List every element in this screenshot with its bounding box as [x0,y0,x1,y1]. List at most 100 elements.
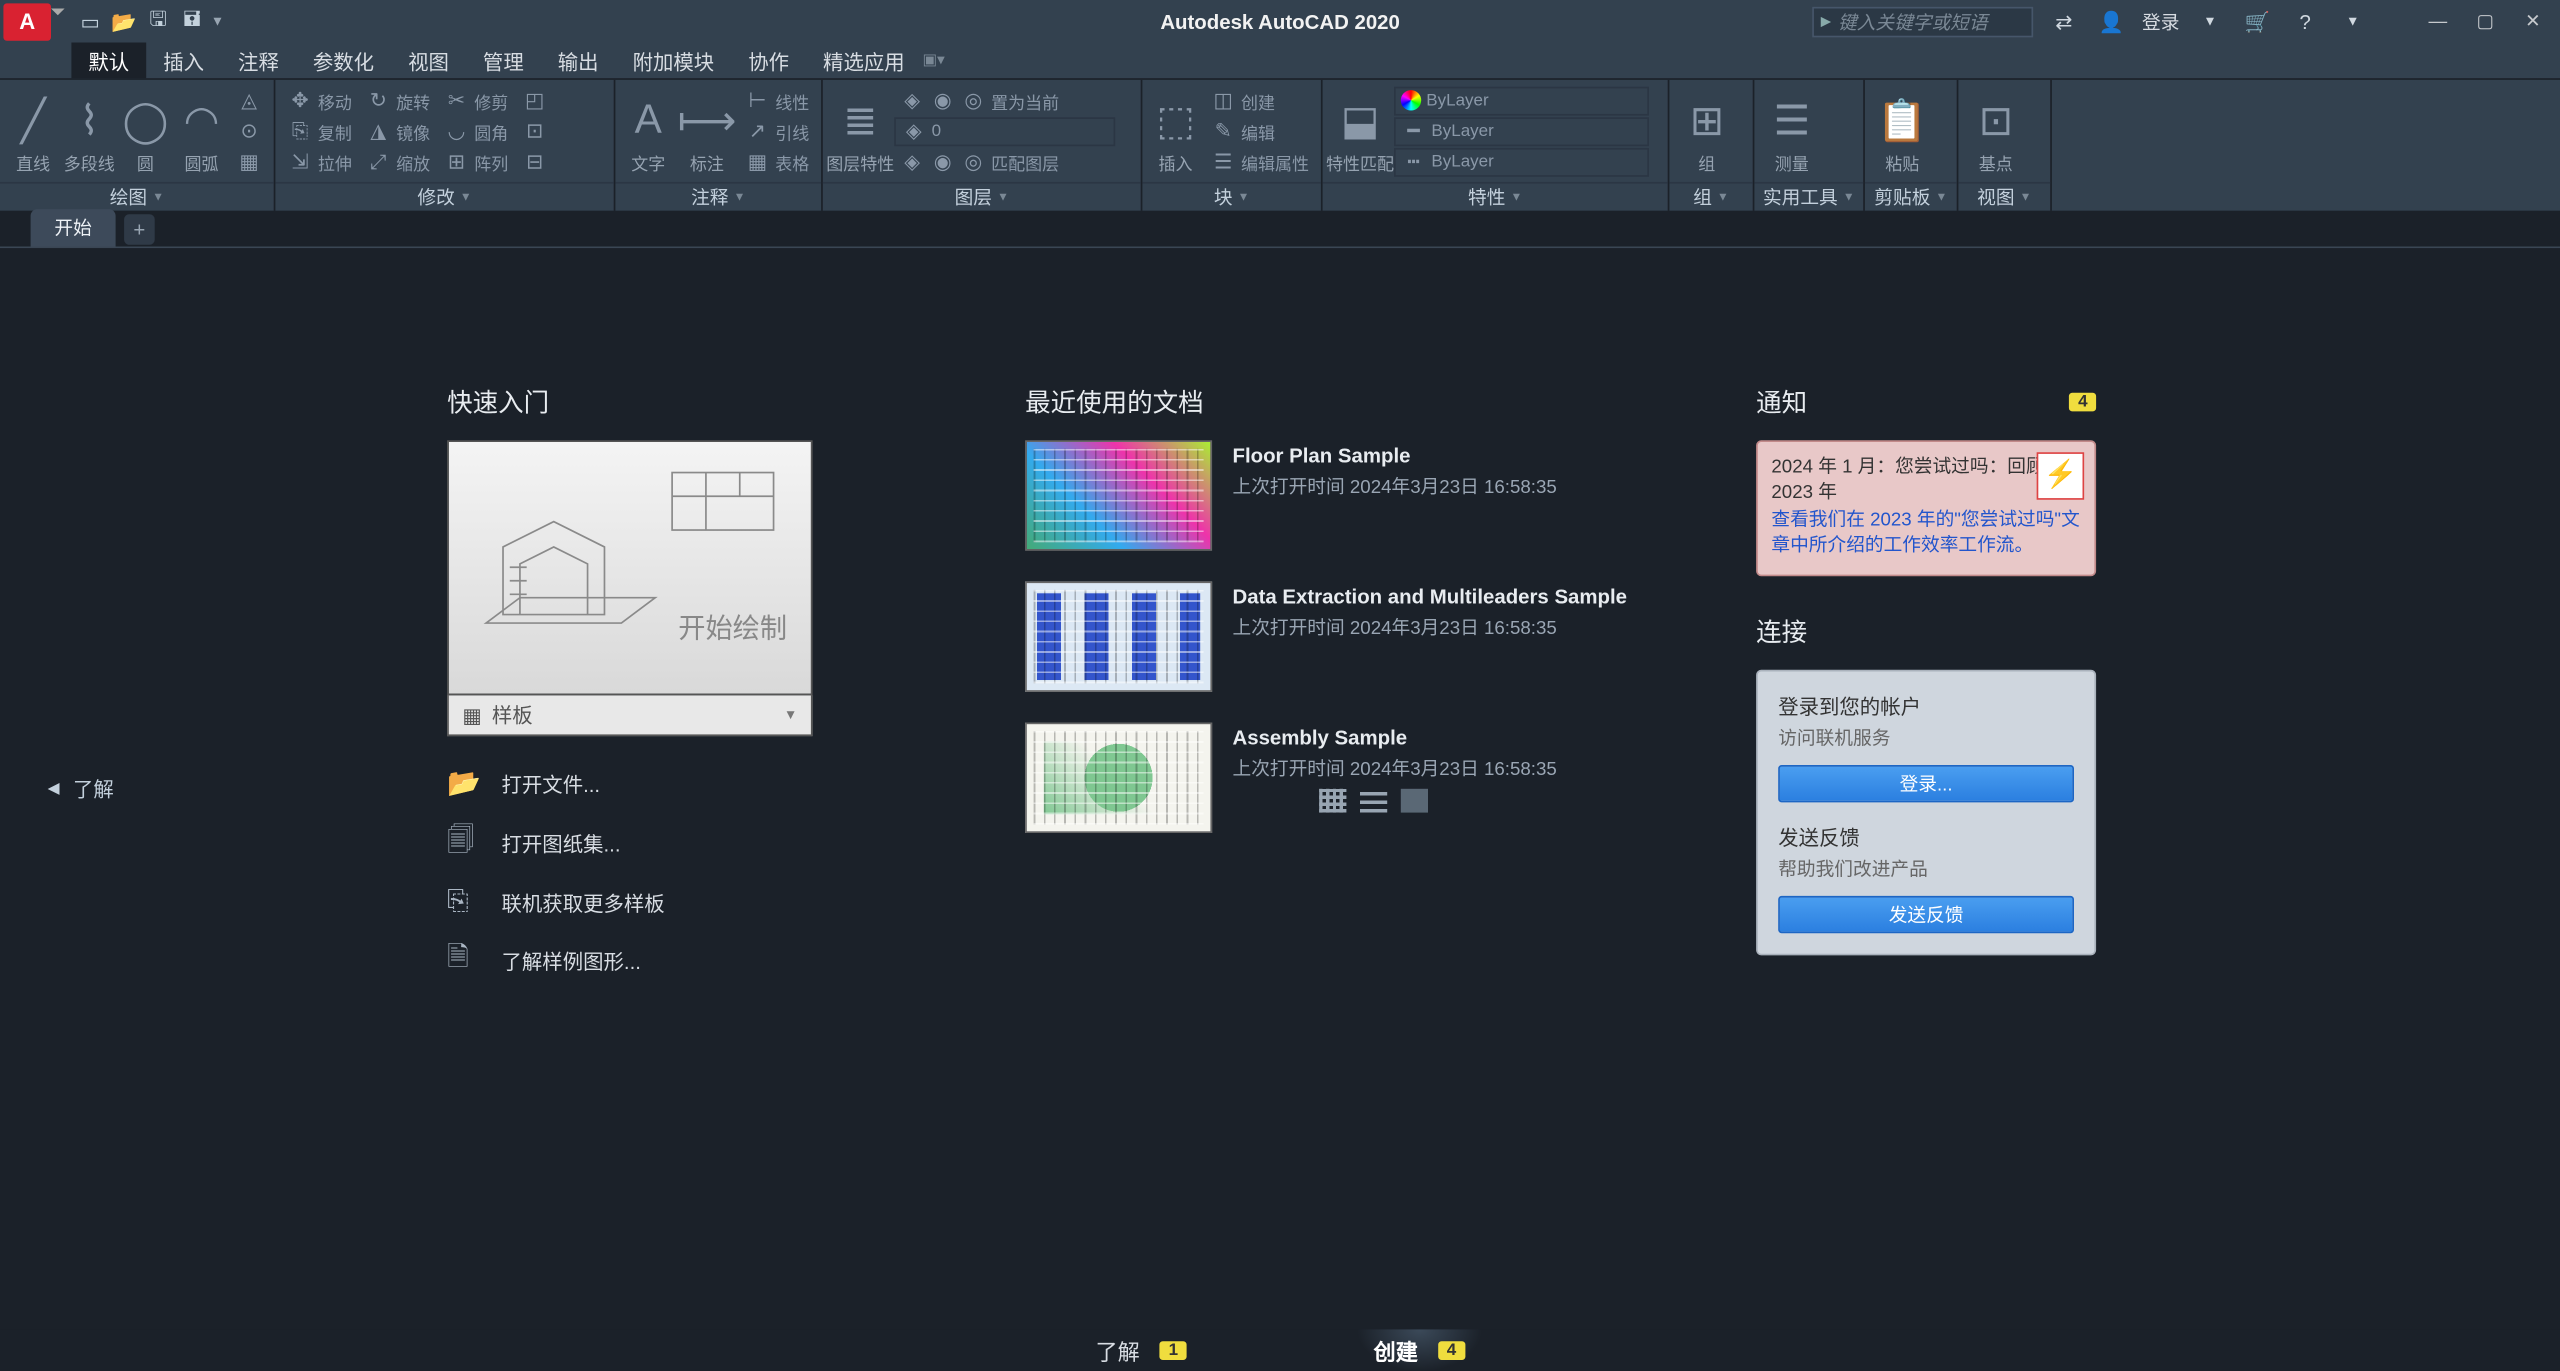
qat-save-icon[interactable]: 🖫 [143,6,174,37]
maximize-button[interactable]: ▢ [2465,6,2506,37]
measure-button[interactable]: ☰测量 [1761,83,1822,178]
ribbon-tab-addins[interactable]: 附加模块 [616,43,732,79]
panel-title-modify[interactable]: 修改▼ [275,182,613,211]
draw-misc-3[interactable]: ▦ [231,147,267,176]
bottom-nav-create[interactable]: 创建 4 [1357,1329,1482,1371]
help-icon[interactable]: ? [2288,4,2322,38]
bottom-nav-learn[interactable]: 了解 1 [1079,1329,1204,1371]
modify-mirror[interactable]: ◮镜像 [360,116,435,145]
annotate-text-button[interactable]: A文字 [622,83,674,178]
modify-extra-1[interactable]: ◰ [517,86,553,115]
props-color[interactable]: ByLayer [1394,86,1649,115]
qat-dropdown-icon[interactable]: ▼ [211,6,228,37]
panel-title-view[interactable]: 视图▼ [1958,182,2050,211]
draw-arc-button[interactable]: ◠圆弧 [175,83,228,178]
props-lt[interactable]: ┅ByLayer [1394,147,1649,176]
signin-dropdown-icon[interactable]: ▼ [2193,4,2227,38]
block-insert-button[interactable]: ⬚插入 [1149,83,1202,178]
ribbon-tabs: 默认 插入 注释 参数化 视图 管理 输出 附加模块 协作 精选应用 ▣▾ [0,43,2560,80]
modify-stretch[interactable]: ⇲拉伸 [282,147,357,176]
modify-array[interactable]: ⊞阵列 [439,147,514,176]
notification-link[interactable]: 查看我们在 2023 年的"您尝试过吗"文章中所介绍的工作效率工作流。 [1771,510,2079,557]
help-dropdown-icon[interactable]: ▼ [2336,4,2370,38]
modify-rotate[interactable]: ↻旋转 [360,86,435,115]
modify-move[interactable]: ✥移动 [282,86,357,115]
open-files-link[interactable]: 📂打开文件... [447,767,821,801]
modify-fillet[interactable]: ◡圆角 [439,116,514,145]
ribbon-tab-view[interactable]: 视图 [391,43,466,79]
draw-misc-1[interactable]: ◬ [231,86,267,115]
draw-circle-button[interactable]: ◯圆 [119,83,172,178]
doc-tab-start[interactable]: 开始 [31,209,116,246]
panel-title-clipboard[interactable]: 剪贴板▼ [1865,182,1957,211]
panel-title-annotate[interactable]: 注释▼ [615,182,821,211]
recent-item[interactable]: Assembly Sample 上次打开时间 2024年3月23日 16:58:… [1025,723,1722,834]
open-sheetset-link[interactable]: 🗐打开图纸集... [447,821,821,867]
recent-item[interactable]: Data Extraction and Multileaders Sample … [1025,581,1722,692]
basepoint-button[interactable]: ⊡基点 [1965,83,2026,178]
block-edit[interactable]: ✎编辑 [1205,116,1314,145]
layers-row-3[interactable]: ◈◉◎匹配图层 [894,147,1134,176]
ribbon-tab-featured[interactable]: 精选应用 [806,43,922,79]
doc-tab-add-button[interactable]: + [124,214,155,245]
ribbon-tab-expand-icon[interactable]: ▣▾ [922,43,946,79]
ribbon-tab-manage[interactable]: 管理 [466,43,541,79]
modify-extra-2[interactable]: ⊡ [517,116,553,145]
paste-button[interactable]: 📋粘贴 [1872,83,1933,178]
ribbon-tab-default[interactable]: 默认 [71,43,146,79]
app-menu-button[interactable]: A [3,3,51,40]
user-icon[interactable]: 👤 [2094,4,2128,38]
annotate-linear[interactable]: ⊢线性 [740,86,815,115]
feedback-button[interactable]: 发送反馈 [1778,895,2074,932]
modify-scale[interactable]: ⤢缩放 [360,147,435,176]
draw-misc-2[interactable]: ⊙ [231,116,267,145]
view-detail-icon[interactable] [1401,789,1428,813]
annotate-leader[interactable]: ↗引线 [740,116,815,145]
start-drawing-card[interactable]: 开始绘制 [447,440,813,695]
properties-match-button[interactable]: ⬓特性匹配 [1329,83,1390,178]
notification-card[interactable]: ⚡ 2024 年 1 月：您尝试过吗：回顾 2023 年 查看我们在 2023 … [1756,440,2096,575]
signin-button[interactable]: 登录 [2142,8,2179,35]
modify-trim[interactable]: ✂修剪 [439,86,514,115]
get-templates-link[interactable]: ⎘联机获取更多样板 [447,887,821,918]
qat-new-icon[interactable]: ▭ [75,6,106,37]
modify-copy[interactable]: ⎘复制 [282,116,357,145]
signin-button[interactable]: 登录... [1778,764,2074,801]
exchange-icon[interactable]: 🛒 [2241,4,2275,38]
ribbon-tab-collaborate[interactable]: 协作 [731,43,806,79]
panel-title-utilities[interactable]: 实用工具▼ [1754,182,1863,211]
panel-title-group[interactable]: 组▼ [1669,182,1752,211]
ribbon-tab-annotate[interactable]: 注释 [221,43,296,79]
panel-title-layers[interactable]: 图层▼ [823,182,1141,211]
infocenter-search-input[interactable]: 键入关键字或短语 [1812,6,2033,37]
block-editattr[interactable]: ☰编辑属性 [1205,147,1314,176]
minimize-button[interactable]: — [2417,6,2458,37]
connectivity-icon[interactable]: ⇄ [2047,4,2081,38]
view-grid-icon[interactable] [1319,789,1346,813]
nav-prev-learn[interactable]: ◀了解 [48,774,114,803]
annotate-dim-button[interactable]: ⟼标注 [678,83,736,178]
template-dropdown[interactable]: ▦ 样板 ▼ [447,695,813,736]
props-lw[interactable]: ━ByLayer [1394,116,1649,145]
ribbon-tab-insert[interactable]: 插入 [146,43,221,79]
qat-saveas-icon[interactable]: 🖬 [177,6,208,37]
panel-title-block[interactable]: 块▼ [1142,182,1321,211]
view-list-icon[interactable] [1360,789,1387,813]
block-create[interactable]: ◫创建 [1205,86,1314,115]
recent-item[interactable]: Floor Plan Sample 上次打开时间 2024年3月23日 16:5… [1025,440,1722,550]
panel-title-properties[interactable]: 特性▼ [1323,182,1668,211]
group-button[interactable]: ⊞组 [1676,83,1737,178]
ribbon-tab-output[interactable]: 输出 [541,43,616,79]
ribbon-tab-parametric[interactable]: 参数化 [296,43,391,79]
layers-row-1[interactable]: ◈◉◎置为当前 [894,86,1134,115]
layers-properties-button[interactable]: ≣图层特性 [830,83,891,178]
layers-combo[interactable]: ◈0 [894,116,1115,145]
explore-samples-link[interactable]: 🗎了解样例图形... [447,938,821,984]
qat-open-icon[interactable]: 📂 [109,6,140,37]
panel-title-draw[interactable]: 绘图▼ [0,182,274,211]
draw-line-button[interactable]: ╱直线 [7,83,60,178]
annotate-table[interactable]: ▦表格 [740,147,815,176]
draw-polyline-button[interactable]: ⌇多段线 [63,83,116,178]
close-button[interactable]: ✕ [2513,6,2554,37]
modify-extra-3[interactable]: ⊟ [517,147,553,176]
